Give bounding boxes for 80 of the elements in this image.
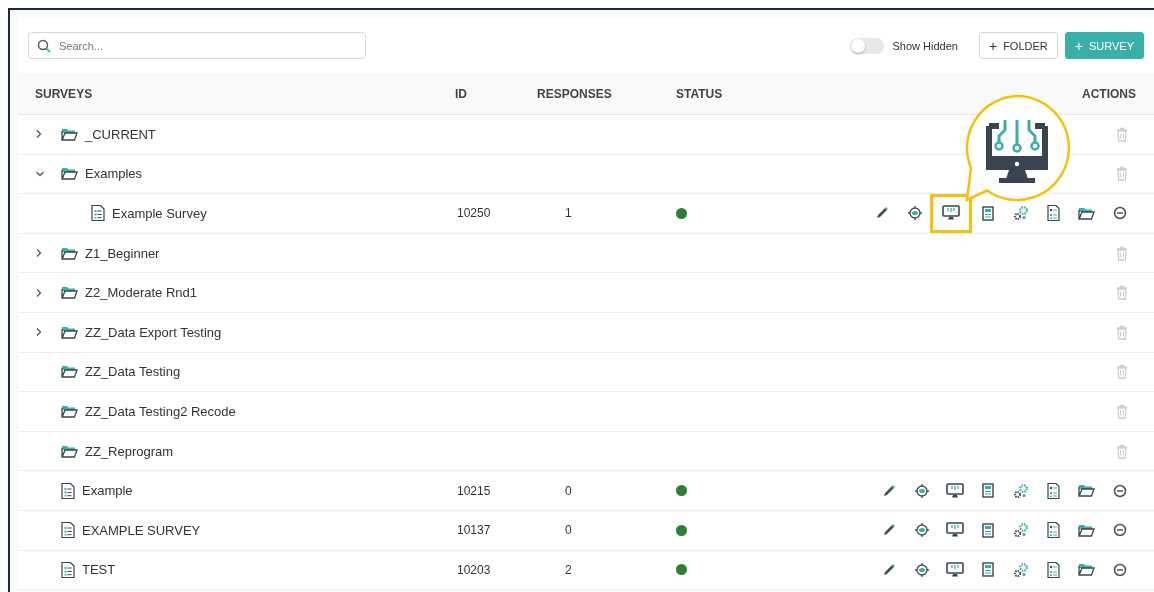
column-header: SURVEYS	[35, 86, 94, 101]
monitor-icon	[945, 522, 964, 539]
target-icon	[913, 561, 930, 578]
survey-id: 10250	[457, 206, 491, 221]
search-field[interactable]: Search...	[28, 32, 366, 59]
folder-icon	[1078, 523, 1095, 537]
folder-icon	[61, 444, 78, 458]
chevron-down-icon[interactable]	[35, 169, 45, 178]
folder-icon	[61, 365, 78, 379]
gears-icon	[1012, 522, 1029, 539]
column-header: ACTIONS	[1082, 86, 1136, 101]
target-icon	[913, 482, 930, 499]
folder-icon	[61, 246, 78, 260]
chevron-right-icon[interactable]	[35, 327, 43, 338]
column-header: ID	[455, 86, 468, 101]
item-name[interactable]: _CURRENT	[85, 126, 156, 142]
calculator-icon	[981, 522, 994, 538]
pencil-icon	[881, 562, 896, 577]
response-count: 0	[565, 523, 572, 538]
folder-icon	[61, 167, 78, 181]
document-icon	[61, 561, 75, 578]
folder-icon	[1078, 207, 1095, 220]
monitor-icon	[942, 205, 960, 222]
gears-icon	[1012, 561, 1029, 578]
calculator-icon	[981, 206, 994, 221]
report-icon	[1047, 482, 1060, 499]
chevron-right-icon[interactable]	[35, 248, 43, 259]
folder-icon	[1078, 563, 1095, 577]
document-icon	[61, 522, 75, 539]
survey-id: 10215	[457, 483, 491, 498]
minus-circle-icon	[1112, 562, 1127, 577]
minus-circle-icon	[1112, 523, 1127, 538]
survey-id: 10137	[457, 523, 491, 538]
column-header: STATUS	[675, 86, 724, 101]
response-count: 1	[565, 206, 572, 221]
folder-icon	[1078, 484, 1095, 498]
gears-icon	[1012, 205, 1029, 222]
response-count: 0	[565, 483, 572, 498]
item-name[interactable]: ZZ_Data Testing	[85, 364, 181, 380]
survey-id: 10203	[457, 562, 491, 577]
toggle-switch[interactable]	[849, 37, 884, 54]
gears-icon	[1012, 482, 1029, 499]
response-count: 2	[565, 562, 572, 577]
target-icon	[913, 522, 930, 539]
folder-icon	[61, 325, 78, 339]
chevron-right-icon[interactable]	[35, 287, 43, 298]
chevron-right-icon[interactable]	[35, 129, 43, 140]
pencil-icon	[874, 206, 889, 221]
item-name[interactable]: Example Survey	[112, 206, 207, 221]
item-name[interactable]: ZZ_Data Testing2 Recode	[85, 403, 236, 419]
minus-circle-icon	[1112, 206, 1127, 221]
highlighted-action-button[interactable]	[933, 197, 969, 230]
monitor-icon	[945, 482, 964, 499]
pencil-icon	[881, 483, 896, 498]
monitor-icon	[986, 118, 1048, 183]
calculator-icon	[981, 562, 994, 578]
folder-icon	[61, 404, 78, 418]
folder-icon	[61, 127, 78, 141]
monitor-icon	[945, 561, 964, 578]
item-name[interactable]: Z1_Beginner	[85, 245, 160, 261]
item-name[interactable]: Z2_Moderate Rnd1	[85, 285, 197, 301]
target-icon	[906, 205, 923, 222]
calculator-icon	[981, 483, 994, 499]
toggle-label: Show Hidden	[892, 39, 958, 52]
document-icon	[91, 205, 105, 222]
item-name[interactable]: Example	[82, 483, 133, 499]
item-name[interactable]: ZZ_Data Export Testing	[85, 324, 222, 340]
folder-icon	[61, 286, 78, 300]
pencil-icon	[881, 523, 896, 538]
report-icon	[1047, 561, 1060, 578]
report-icon	[1047, 522, 1060, 539]
minus-circle-icon	[1112, 483, 1127, 498]
item-name[interactable]: Examples	[85, 166, 143, 182]
document-icon	[61, 482, 75, 499]
add-folder-button[interactable]: + FOLDER	[978, 32, 1058, 59]
column-header: RESPONSES	[537, 86, 613, 101]
report-icon	[1047, 205, 1060, 222]
item-name[interactable]: ZZ_Reprogram	[85, 443, 174, 459]
item-name[interactable]: TEST	[82, 562, 116, 578]
item-name[interactable]: EXAMPLE SURVEY	[82, 522, 201, 538]
